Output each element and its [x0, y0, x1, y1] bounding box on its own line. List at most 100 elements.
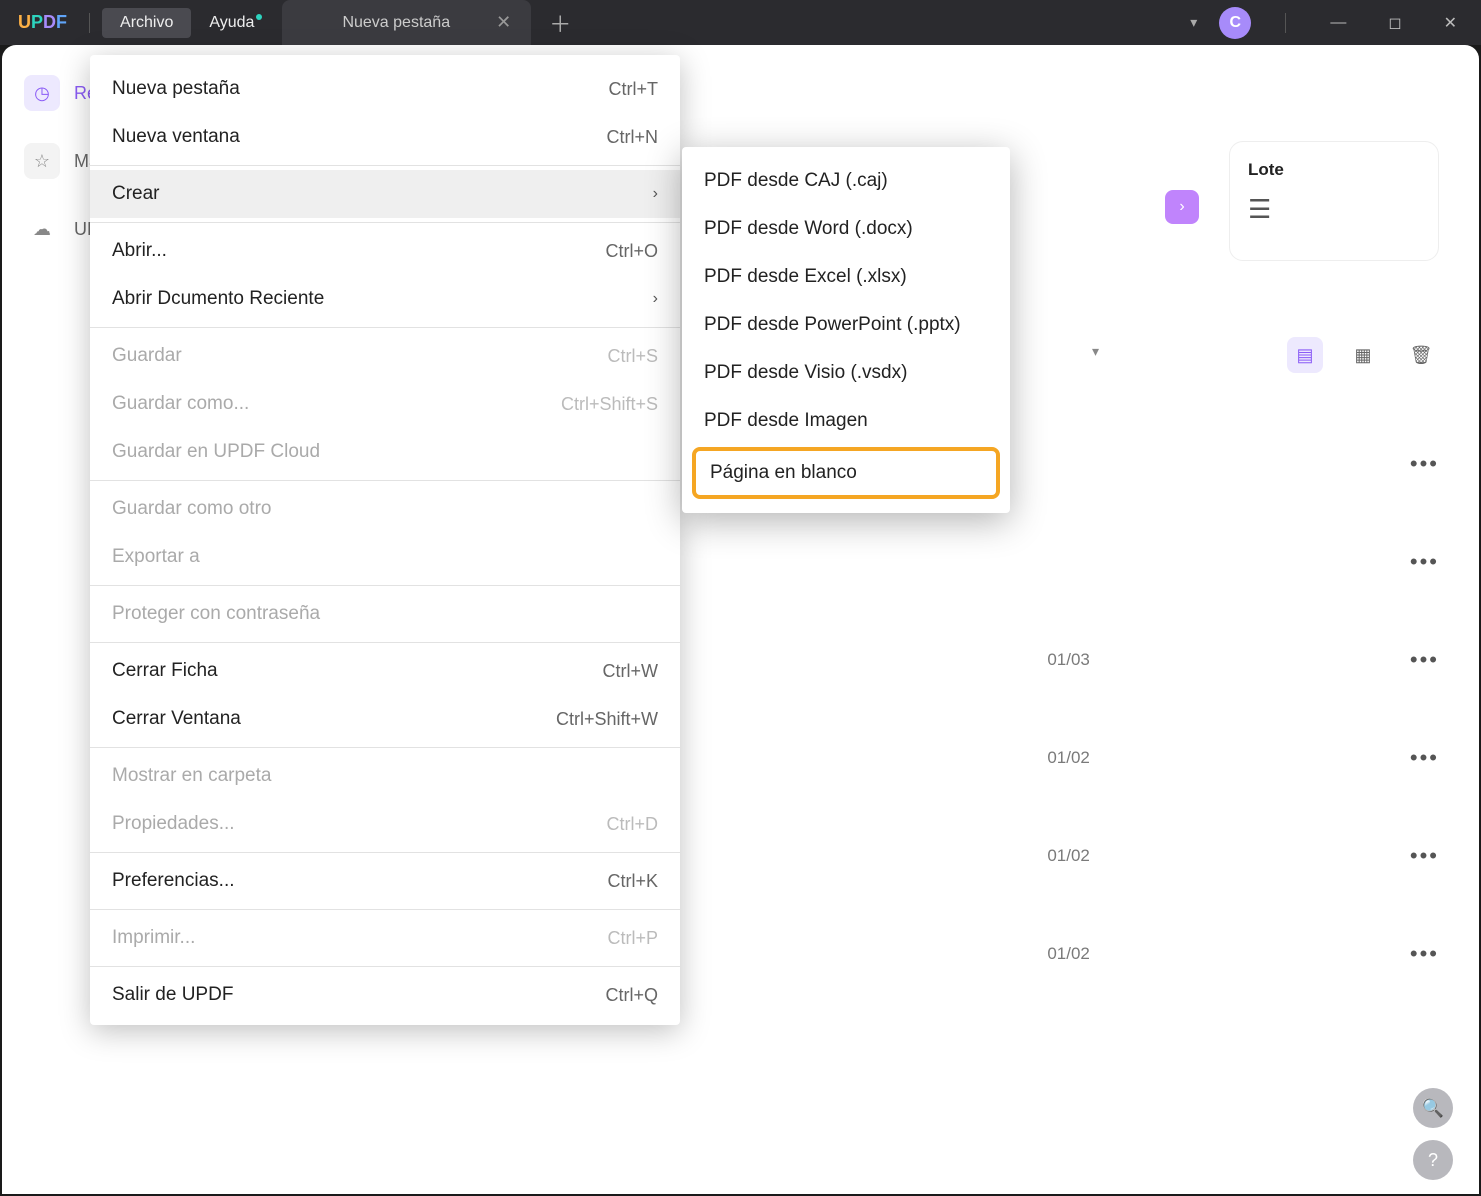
avatar[interactable]: C — [1219, 7, 1251, 39]
menu-item-create[interactable]: Crear › — [90, 170, 680, 218]
menu-file[interactable]: Archivo — [102, 8, 191, 38]
divider — [89, 13, 90, 33]
list-item[interactable]: ••• — [702, 513, 1439, 611]
menu-shortcut: Ctrl+T — [609, 79, 659, 100]
menu-item-label: Imprimir... — [112, 927, 195, 949]
menu-item-open[interactable]: Abrir... Ctrl+O — [90, 227, 680, 275]
search-fab[interactable]: 🔍 — [1413, 1088, 1453, 1128]
file-date: 01/03 — [1047, 650, 1090, 670]
menu-help-label: Ayuda — [209, 14, 254, 31]
clock-icon: ◷ — [24, 75, 60, 111]
trash-icon[interactable]: 🗑 — [1403, 337, 1439, 373]
close-window-icon[interactable]: ✕ — [1434, 7, 1467, 39]
menu-item-label: Guardar como otro — [112, 498, 271, 520]
sort-dropdown-icon[interactable]: ▾ — [1092, 343, 1099, 360]
menu-item-label: Abrir... — [112, 240, 167, 262]
submenu-item-image[interactable]: PDF desde Imagen — [682, 397, 1010, 445]
file-date: 01/02 — [1047, 748, 1090, 768]
tab-new[interactable]: Nueva pestaña ✕ — [282, 0, 531, 45]
menu-item-label: Abrir Dcumento Reciente — [112, 288, 324, 310]
menu-item-label: Cerrar Ficha — [112, 660, 218, 682]
submenu-item-caj[interactable]: PDF desde CAJ (.caj) — [682, 157, 1010, 205]
help-fab[interactable]: ? — [1413, 1140, 1453, 1180]
submenu-item-blank-page[interactable]: Página en blanco — [692, 447, 1000, 499]
menu-separator — [90, 585, 680, 586]
chevron-down-icon[interactable]: ▾ — [1190, 14, 1197, 31]
more-icon[interactable]: ••• — [1410, 451, 1439, 477]
card-batch[interactable]: Lote ☰ — [1229, 141, 1439, 261]
tab-label: Nueva pestaña — [342, 14, 450, 32]
menu-shortcut: Ctrl+K — [607, 871, 658, 892]
menu-separator — [90, 909, 680, 910]
menu-help[interactable]: Ayuda — [191, 8, 272, 38]
menu-item-quit[interactable]: Salir de UPDFCtrl+Q — [90, 971, 680, 1019]
logo-p: P — [31, 12, 43, 32]
menu-shortcut: Ctrl+N — [606, 127, 658, 148]
menu-item-label: Nueva ventana — [112, 126, 240, 148]
menu-separator — [90, 327, 680, 328]
menu-shortcut: Ctrl+S — [607, 346, 658, 367]
menu-item-label: Mostrar en carpeta — [112, 765, 271, 787]
create-submenu: PDF desde CAJ (.caj) PDF desde Word (.do… — [682, 147, 1010, 513]
logo-d: D — [43, 12, 56, 32]
app-body: ◷ Recie ☆ Marc ☁ UPD › Lote ☰ ▾ ▤ ▦ 🗑 ••… — [2, 45, 1479, 1194]
submenu-item-visio[interactable]: PDF desde Visio (.vsdx) — [682, 349, 1010, 397]
menu-item-new-tab[interactable]: Nueva pestañaCtrl+T — [90, 65, 680, 113]
more-icon[interactable]: ••• — [1410, 745, 1439, 771]
new-tab-button[interactable]: ＋ — [531, 7, 589, 39]
menu-item-label: Guardar como... — [112, 393, 249, 415]
menu-item-label: Preferencias... — [112, 870, 235, 892]
logo-f: F — [56, 12, 67, 32]
menu-item-print: Imprimir... Ctrl+P — [90, 914, 680, 962]
menu-item-label: Guardar en UPDF Cloud — [112, 441, 320, 463]
submenu-item-word[interactable]: PDF desde Word (.docx) — [682, 205, 1010, 253]
card-arrow-button[interactable]: › — [1165, 190, 1199, 224]
file-date: 01/02 — [1047, 846, 1090, 866]
submenu-item-excel[interactable]: PDF desde Excel (.xlsx) — [682, 253, 1010, 301]
menu-item-protect: Proteger con contraseña — [90, 590, 680, 638]
menu-item-show-folder: Mostrar en carpeta — [90, 752, 680, 800]
chevron-right-icon: › — [653, 185, 658, 203]
list-item[interactable]: 01/02••• — [702, 905, 1439, 1003]
menu-item-label: Cerrar Ventana — [112, 708, 241, 730]
more-icon[interactable]: ••• — [1410, 941, 1439, 967]
menu-separator — [90, 852, 680, 853]
menu-shortcut: Ctrl+D — [606, 814, 658, 835]
submenu-item-powerpoint[interactable]: PDF desde PowerPoint (.pptx) — [682, 301, 1010, 349]
menu-shortcut: Ctrl+P — [607, 928, 658, 949]
view-controls: ▤ ▦ 🗑 — [1287, 337, 1439, 373]
grid-view-icon[interactable]: ▦ — [1345, 337, 1381, 373]
logo-u: U — [18, 12, 31, 32]
help-icon: ? — [1428, 1150, 1438, 1171]
menu-separator — [90, 165, 680, 166]
menu-item-label: Salir de UPDF — [112, 984, 233, 1006]
menu-item-label: Proteger con contraseña — [112, 603, 320, 625]
more-icon[interactable]: ••• — [1410, 843, 1439, 869]
minimize-icon[interactable]: — — [1320, 8, 1356, 38]
list-item[interactable]: 01/02 ••• — [702, 807, 1439, 905]
menu-item-label: Guardar — [112, 345, 182, 367]
star-icon: ☆ — [24, 143, 60, 179]
menu-item-label: Crear — [112, 183, 160, 205]
menu-item-save-as: Guardar como... Ctrl+Shift+S — [90, 380, 680, 428]
list-item[interactable]: 01/02 ••• — [702, 709, 1439, 807]
maximize-icon[interactable]: ◻ — [1378, 7, 1411, 39]
menu-item-save-other: Guardar como otro — [90, 485, 680, 533]
more-icon[interactable]: ••• — [1410, 549, 1439, 575]
menu-item-open-recent[interactable]: Abrir Dcumento Reciente › — [90, 275, 680, 323]
card-title: Lote — [1248, 160, 1420, 180]
close-icon[interactable]: ✕ — [490, 10, 517, 35]
menu-item-new-window[interactable]: Nueva ventana Ctrl+N — [90, 113, 680, 161]
more-icon[interactable]: ••• — [1410, 647, 1439, 673]
menu-shortcut: Ctrl+O — [605, 241, 658, 262]
menu-item-save-cloud: Guardar en UPDF Cloud — [90, 428, 680, 476]
list-view-icon[interactable]: ▤ — [1287, 337, 1323, 373]
menu-item-save: Guardar Ctrl+S — [90, 332, 680, 380]
stack-icon: ☰ — [1248, 194, 1420, 225]
chevron-right-icon: › — [653, 290, 658, 308]
list-item[interactable]: 01/03 ••• — [702, 611, 1439, 709]
menu-item-close-tab[interactable]: Cerrar FichaCtrl+W — [90, 647, 680, 695]
menu-item-preferences[interactable]: Preferencias... Ctrl+K — [90, 857, 680, 905]
menu-item-close-window[interactable]: Cerrar VentanaCtrl+Shift+W — [90, 695, 680, 743]
menu-shortcut: Ctrl+Shift+S — [561, 394, 658, 415]
